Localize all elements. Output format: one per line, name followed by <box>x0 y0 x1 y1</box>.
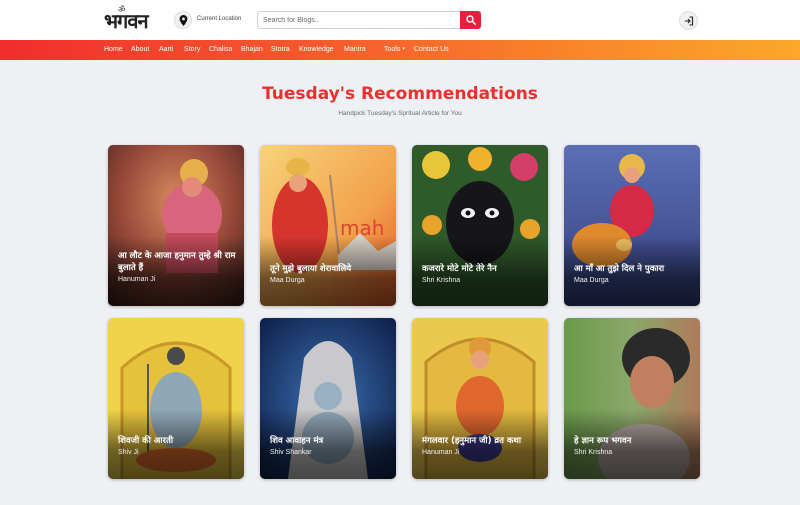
card-title: आ लौट के आजा हनुमान तुम्हे श्री राम बुला… <box>118 251 236 273</box>
article-card[interactable]: आ माँ आ तुझे दिल ने पुकारा Maa Durga <box>564 145 700 306</box>
current-location-label[interactable]: Current Location <box>197 16 241 22</box>
card-title: कजरारे मोटे मोटे तेरे नैन <box>422 264 497 274</box>
site-header: भगवन ॐ Current Location <box>0 0 800 40</box>
article-card[interactable]: कजरारे मोटे मोटे तेरे नैन Shri Krishna <box>412 145 548 306</box>
card-title: हे ज्ञान रूप भगवन <box>574 436 632 446</box>
login-icon <box>684 16 694 26</box>
login-button[interactable] <box>679 11 698 30</box>
card-title: शिव आवाहन मंत्र <box>270 436 324 446</box>
card-category: Shri Krishna <box>422 277 461 284</box>
nav-stotra[interactable]: Stotra <box>271 46 290 53</box>
card-title: शिवजी की आरती <box>118 436 174 446</box>
logo-om-symbol: ॐ <box>118 5 126 14</box>
search-icon <box>466 15 476 25</box>
nav-mantra[interactable]: Mantra <box>344 46 366 53</box>
section-subtitle: Handpick Tuesday's Spritual Article for … <box>338 110 462 117</box>
card-category: Maa Durga <box>270 277 305 284</box>
card-title: मंगलवार (हनुमान जी) व्रत कथा <box>422 436 522 446</box>
nav-aarti[interactable]: Aarti <box>159 46 173 53</box>
article-card[interactable]: mah तूने मुझे बुलाया शेरावालिये Maa Durg… <box>260 145 396 306</box>
nav-tools-label: Tools <box>384 46 401 53</box>
nav-contact-us[interactable]: Contact Us <box>414 46 449 53</box>
card-category: Hanuman Ji <box>422 449 460 456</box>
article-card[interactable]: शिवजी की आरती Shiv Ji <box>108 318 244 479</box>
main-nav: Home About Aarti Story Chalisa Bhajan St… <box>0 40 800 60</box>
nav-tools[interactable]: Tools ▾ <box>384 46 405 53</box>
article-card[interactable]: आ लौट के आजा हनुमान तुम्हे श्री राम बुला… <box>108 145 244 306</box>
section-title: Tuesday's Recommendations <box>262 84 538 104</box>
article-card[interactable]: मंगलवार (हनुमान जी) व्रत कथा Hanuman Ji <box>412 318 548 479</box>
chevron-down-icon: ▾ <box>402 46 405 52</box>
article-card[interactable]: हे ज्ञान रूप भगवन Shri Krishna <box>564 318 700 479</box>
card-category: Hanuman Ji <box>118 276 156 283</box>
card-category: Shiv Shankar <box>270 449 312 456</box>
card-category: Shiv Ji <box>118 449 139 456</box>
card-title: आ माँ आ तुझे दिल ने पुकारा <box>574 264 665 274</box>
search-input[interactable] <box>257 11 460 29</box>
search-bar <box>257 11 481 29</box>
nav-chalisa[interactable]: Chalisa <box>209 46 232 53</box>
card-category: Shri Krishna <box>574 449 613 456</box>
location-pin-icon[interactable] <box>174 11 192 29</box>
search-button[interactable] <box>460 11 481 29</box>
nav-story[interactable]: Story <box>184 46 200 53</box>
nav-home[interactable]: Home <box>104 46 123 53</box>
nav-about[interactable]: About <box>131 46 149 53</box>
nav-bhajan[interactable]: Bhajan <box>241 46 263 53</box>
card-category: Maa Durga <box>574 277 609 284</box>
site-logo[interactable]: भगवन <box>104 7 149 34</box>
article-card[interactable]: शिव आवाहन मंत्र Shiv Shankar <box>260 318 396 479</box>
nav-knowledge[interactable]: Knowledge <box>299 46 334 53</box>
card-title: तूने मुझे बुलाया शेरावालिये <box>270 264 352 274</box>
